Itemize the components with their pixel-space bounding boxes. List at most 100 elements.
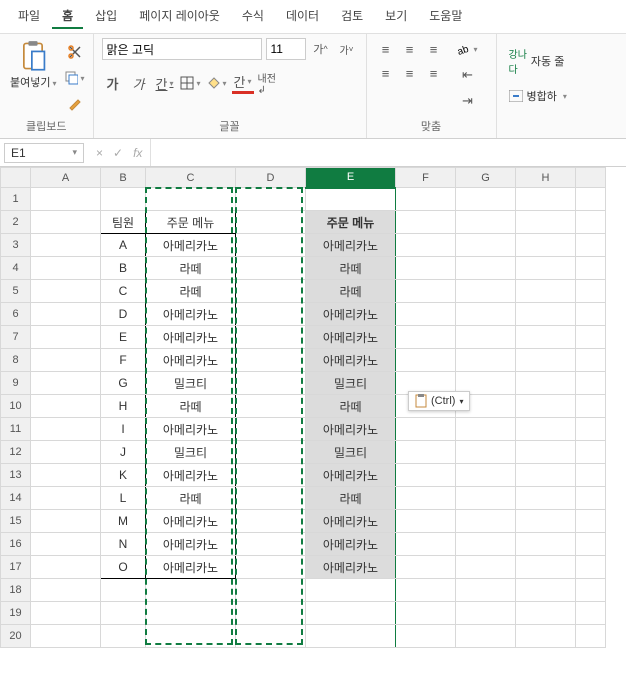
- cell-D16[interactable]: [236, 533, 306, 556]
- cell-D12[interactable]: [236, 441, 306, 464]
- cell-D1[interactable]: [236, 188, 306, 211]
- cell-D10[interactable]: [236, 395, 306, 418]
- cell-4[interactable]: [576, 257, 606, 280]
- cell-C20[interactable]: [146, 625, 236, 648]
- menu-검토[interactable]: 검토: [331, 4, 373, 29]
- row-header-8[interactable]: 8: [1, 349, 31, 372]
- cell-D4[interactable]: [236, 257, 306, 280]
- cell-16[interactable]: [576, 533, 606, 556]
- cell-G20[interactable]: [456, 625, 516, 648]
- col-header-E[interactable]: E: [306, 168, 396, 188]
- col-header-G[interactable]: G: [456, 168, 516, 188]
- cell-C1[interactable]: [146, 188, 236, 211]
- cell-E14[interactable]: 라떼: [306, 487, 396, 510]
- cell-A19[interactable]: [31, 602, 101, 625]
- cell-E6[interactable]: 아메리카노: [306, 303, 396, 326]
- cell-E5[interactable]: 라떼: [306, 280, 396, 303]
- cell-B8[interactable]: F: [101, 349, 146, 372]
- cell-A15[interactable]: [31, 510, 101, 533]
- cell-C12[interactable]: 밀크티: [146, 441, 236, 464]
- cell-18[interactable]: [576, 579, 606, 602]
- cell-E12[interactable]: 밀크티: [306, 441, 396, 464]
- cell-B7[interactable]: E: [101, 326, 146, 349]
- cell-G11[interactable]: [456, 418, 516, 441]
- cell-E15[interactable]: 아메리카노: [306, 510, 396, 533]
- cell-C11[interactable]: 아메리카노: [146, 418, 236, 441]
- cell-A17[interactable]: [31, 556, 101, 579]
- cell-E1[interactable]: [306, 188, 396, 211]
- cell-F12[interactable]: [396, 441, 456, 464]
- increase-font-button[interactable]: 가^: [310, 38, 332, 60]
- cell-E17[interactable]: 아메리카노: [306, 556, 396, 579]
- cell-5[interactable]: [576, 280, 606, 303]
- cell-G8[interactable]: [456, 349, 516, 372]
- cell-H6[interactable]: [516, 303, 576, 326]
- cell-B13[interactable]: K: [101, 464, 146, 487]
- row-header-10[interactable]: 10: [1, 395, 31, 418]
- row-header-12[interactable]: 12: [1, 441, 31, 464]
- cell-F11[interactable]: [396, 418, 456, 441]
- row-header-15[interactable]: 15: [1, 510, 31, 533]
- cell-F20[interactable]: [396, 625, 456, 648]
- cell-C5[interactable]: 라떼: [146, 280, 236, 303]
- cell-H9[interactable]: [516, 372, 576, 395]
- cell-D9[interactable]: [236, 372, 306, 395]
- fx-button[interactable]: fx: [129, 146, 146, 160]
- cell-10[interactable]: [576, 395, 606, 418]
- cell-G19[interactable]: [456, 602, 516, 625]
- cell-A10[interactable]: [31, 395, 101, 418]
- cell-F15[interactable]: [396, 510, 456, 533]
- row-header-11[interactable]: 11: [1, 418, 31, 441]
- cell-F8[interactable]: [396, 349, 456, 372]
- cell-C3[interactable]: 아메리카노: [146, 234, 236, 257]
- cell-D11[interactable]: [236, 418, 306, 441]
- cell-2[interactable]: [576, 211, 606, 234]
- cell-G18[interactable]: [456, 579, 516, 602]
- cell-E18[interactable]: [306, 579, 396, 602]
- cell-A20[interactable]: [31, 625, 101, 648]
- row-header-5[interactable]: 5: [1, 280, 31, 303]
- cell-B19[interactable]: [101, 602, 146, 625]
- cell-G5[interactable]: [456, 280, 516, 303]
- cell-H14[interactable]: [516, 487, 576, 510]
- cell-E19[interactable]: [306, 602, 396, 625]
- cell-C13[interactable]: 아메리카노: [146, 464, 236, 487]
- cell-F14[interactable]: [396, 487, 456, 510]
- cell-15[interactable]: [576, 510, 606, 533]
- paste-button[interactable]: 붙여넣기: [8, 38, 59, 92]
- cell-D7[interactable]: [236, 326, 306, 349]
- cell-H13[interactable]: [516, 464, 576, 487]
- cell-E7[interactable]: 아메리카노: [306, 326, 396, 349]
- cell-G2[interactable]: [456, 211, 516, 234]
- cell-A1[interactable]: [31, 188, 101, 211]
- align-bottom-button[interactable]: ≡: [423, 38, 445, 60]
- col-header-A[interactable]: A: [31, 168, 101, 188]
- cell-E9[interactable]: 밀크티: [306, 372, 396, 395]
- phonetic-button[interactable]: 내전 ↲: [258, 72, 280, 94]
- cell-C8[interactable]: 아메리카노: [146, 349, 236, 372]
- cell-F7[interactable]: [396, 326, 456, 349]
- cell-17[interactable]: [576, 556, 606, 579]
- cell-G14[interactable]: [456, 487, 516, 510]
- cell-C4[interactable]: 라떼: [146, 257, 236, 280]
- merge-button[interactable]: 병합하: [505, 86, 571, 106]
- confirm-button[interactable]: ✓: [109, 146, 127, 160]
- cell-F3[interactable]: [396, 234, 456, 257]
- cell-9[interactable]: [576, 372, 606, 395]
- cut-button[interactable]: [65, 42, 85, 62]
- cell-A16[interactable]: [31, 533, 101, 556]
- cell-A7[interactable]: [31, 326, 101, 349]
- cell-F6[interactable]: [396, 303, 456, 326]
- row-header-13[interactable]: 13: [1, 464, 31, 487]
- cell-C16[interactable]: 아메리카노: [146, 533, 236, 556]
- cell-C6[interactable]: 아메리카노: [146, 303, 236, 326]
- cell-C18[interactable]: [146, 579, 236, 602]
- cell-E2[interactable]: 주문 메뉴: [306, 211, 396, 234]
- cell-H12[interactable]: [516, 441, 576, 464]
- cell-C9[interactable]: 밀크티: [146, 372, 236, 395]
- cell-F18[interactable]: [396, 579, 456, 602]
- cell-B14[interactable]: L: [101, 487, 146, 510]
- cell-C17[interactable]: 아메리카노: [146, 556, 236, 579]
- paste-options-button[interactable]: (Ctrl) ▾: [408, 391, 470, 411]
- cell-H19[interactable]: [516, 602, 576, 625]
